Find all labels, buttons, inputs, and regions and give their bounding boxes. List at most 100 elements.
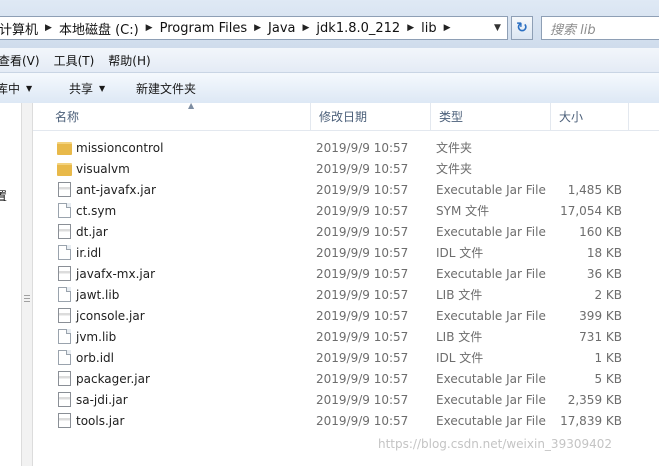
file-size: 1,485 KB — [567, 182, 622, 197]
file-row[interactable]: orb.idl 2019/9/9 10:57 IDL 文件 1 KB — [33, 347, 659, 368]
jar-file-icon — [58, 371, 71, 386]
address-toolbar: 计算机 ▶ 本地磁盘 (C:) ▶ Program Files ▶ Java ▶… — [0, 0, 659, 48]
column-header-size[interactable]: 大小 — [551, 103, 629, 130]
nav-item-partial[interactable]: 置 — [0, 187, 7, 204]
file-name: jconsole.jar — [76, 308, 145, 323]
file-size: 17,839 KB — [560, 413, 622, 428]
file-size: 36 KB — [586, 266, 622, 281]
pane-splitter[interactable] — [21, 103, 33, 466]
column-header-date[interactable]: 修改日期 — [311, 103, 431, 130]
breadcrumb-computer[interactable]: 计算机 — [0, 19, 43, 38]
file-date: 2019/9/9 10:57 — [316, 161, 409, 176]
column-header-name[interactable]: 名称 ▲ — [47, 101, 311, 130]
breadcrumb-local-disk[interactable]: 本地磁盘 (C:) — [54, 19, 144, 38]
file-name: ant-javafx.jar — [76, 182, 156, 197]
file-row[interactable]: visualvm 2019/9/9 10:57 文件夹 — [33, 158, 659, 179]
column-name-label: 名称 — [55, 110, 80, 124]
search-input[interactable]: 搜索 lib — [541, 16, 659, 40]
menu-bar: 查看(V) 工具(T) 帮助(H) — [0, 48, 659, 73]
file-name: jawt.lib — [76, 287, 120, 302]
menu-tools[interactable]: 工具(T) — [54, 52, 95, 69]
file-name: ct.sym — [76, 203, 117, 218]
file-type: Executable Jar File — [436, 266, 546, 281]
breadcrumb-program-files[interactable]: Program Files — [155, 21, 253, 36]
file-row[interactable]: tools.jar 2019/9/9 10:57 Executable Jar … — [33, 410, 659, 431]
file-date: 2019/9/9 10:57 — [316, 182, 409, 197]
folder-icon — [57, 142, 72, 155]
file-name: orb.idl — [76, 350, 114, 365]
file-date: 2019/9/9 10:57 — [316, 266, 409, 281]
file-name: dt.jar — [76, 224, 108, 239]
file-name: ir.idl — [76, 245, 102, 260]
file-date: 2019/9/9 10:57 — [316, 308, 409, 323]
file-name: javafx-mx.jar — [76, 266, 156, 281]
column-header-row: 名称 ▲ 修改日期 类型 大小 — [33, 101, 659, 131]
jar-file-icon — [58, 308, 71, 323]
breadcrumb-lib[interactable]: lib — [416, 21, 441, 36]
share-button[interactable]: 共享 ▼ — [69, 73, 105, 103]
file-name: tools.jar — [76, 413, 125, 428]
file-row[interactable]: dt.jar 2019/9/9 10:57 Executable Jar Fil… — [33, 221, 659, 242]
file-icon — [58, 350, 71, 365]
share-label: 共享 — [69, 81, 94, 96]
menu-help[interactable]: 帮助(H) — [108, 52, 150, 69]
jar-file-icon — [58, 413, 71, 428]
chevron-right-icon[interactable]: ▶ — [43, 23, 54, 33]
file-date: 2019/9/9 10:57 — [316, 371, 409, 386]
file-row[interactable]: ant-javafx.jar 2019/9/9 10:57 Executable… — [33, 179, 659, 200]
breadcrumb-java[interactable]: Java — [263, 21, 300, 36]
new-folder-label: 新建文件夹 — [136, 81, 197, 96]
file-size: 2,359 KB — [567, 392, 622, 407]
file-date: 2019/9/9 10:57 — [316, 245, 409, 260]
file-size: 2 KB — [594, 287, 622, 302]
command-bar: 库中 ▼ 共享 ▼ 新建文件夹 — [0, 73, 659, 104]
file-row[interactable]: packager.jar 2019/9/9 10:57 Executable J… — [33, 368, 659, 389]
file-row[interactable]: jconsole.jar 2019/9/9 10:57 Executable J… — [33, 305, 659, 326]
chevron-right-icon[interactable]: ▶ — [301, 23, 312, 33]
splitter-grip-icon[interactable] — [24, 293, 30, 307]
file-type: Executable Jar File — [436, 413, 546, 428]
breadcrumb-jdk[interactable]: jdk1.8.0_212 — [311, 21, 405, 36]
file-date: 2019/9/9 10:57 — [316, 224, 409, 239]
file-type: SYM 文件 — [436, 204, 490, 218]
dropdown-arrow-icon: ▼ — [26, 83, 33, 93]
chevron-right-icon[interactable]: ▶ — [252, 23, 263, 33]
file-row[interactable]: ir.idl 2019/9/9 10:57 IDL 文件 18 KB — [33, 242, 659, 263]
jar-file-icon — [58, 392, 71, 407]
menu-view[interactable]: 查看(V) — [0, 52, 40, 69]
file-type: Executable Jar File — [436, 224, 546, 239]
new-folder-button[interactable]: 新建文件夹 — [136, 73, 196, 103]
chevron-right-icon[interactable]: ▶ — [144, 23, 155, 33]
file-row[interactable]: ct.sym 2019/9/9 10:57 SYM 文件 17,054 KB — [33, 200, 659, 221]
navigation-pane[interactable]: 置 — [0, 103, 21, 466]
refresh-icon[interactable]: ↻ — [511, 16, 533, 40]
file-size: 17,054 KB — [560, 203, 622, 218]
column-type-label: 类型 — [439, 110, 464, 124]
file-name: visualvm — [76, 161, 130, 176]
file-row[interactable]: missioncontrol 2019/9/9 10:57 文件夹 — [33, 137, 659, 158]
file-size: 731 KB — [579, 329, 622, 344]
chevron-right-icon[interactable]: ▶ — [442, 23, 453, 33]
file-type: 文件夹 — [436, 141, 473, 155]
include-in-library-button[interactable]: 库中 ▼ — [0, 73, 32, 103]
file-date: 2019/9/9 10:57 — [316, 287, 409, 302]
file-row[interactable]: javafx-mx.jar 2019/9/9 10:57 Executable … — [33, 263, 659, 284]
file-icon — [58, 245, 71, 260]
file-name: sa-jdi.jar — [76, 392, 128, 407]
file-icon — [58, 329, 71, 344]
column-header-type[interactable]: 类型 — [431, 103, 551, 130]
file-row[interactable]: jvm.lib 2019/9/9 10:57 LIB 文件 731 KB — [33, 326, 659, 347]
file-size — [557, 137, 622, 158]
file-type: IDL 文件 — [436, 246, 484, 260]
chevron-right-icon[interactable]: ▶ — [405, 23, 416, 33]
file-size: 5 KB — [594, 371, 622, 386]
file-size: 399 KB — [579, 308, 622, 323]
file-row[interactable]: sa-jdi.jar 2019/9/9 10:57 Executable Jar… — [33, 389, 659, 410]
file-type: LIB 文件 — [436, 288, 483, 302]
jar-file-icon — [58, 182, 71, 197]
file-row[interactable]: jawt.lib 2019/9/9 10:57 LIB 文件 2 KB — [33, 284, 659, 305]
address-bar[interactable]: 计算机 ▶ 本地磁盘 (C:) ▶ Program Files ▶ Java ▶… — [0, 16, 508, 40]
file-size: 160 KB — [579, 224, 622, 239]
address-dropdown-icon[interactable]: ▼ — [488, 17, 507, 39]
file-type: Executable Jar File — [436, 371, 546, 386]
